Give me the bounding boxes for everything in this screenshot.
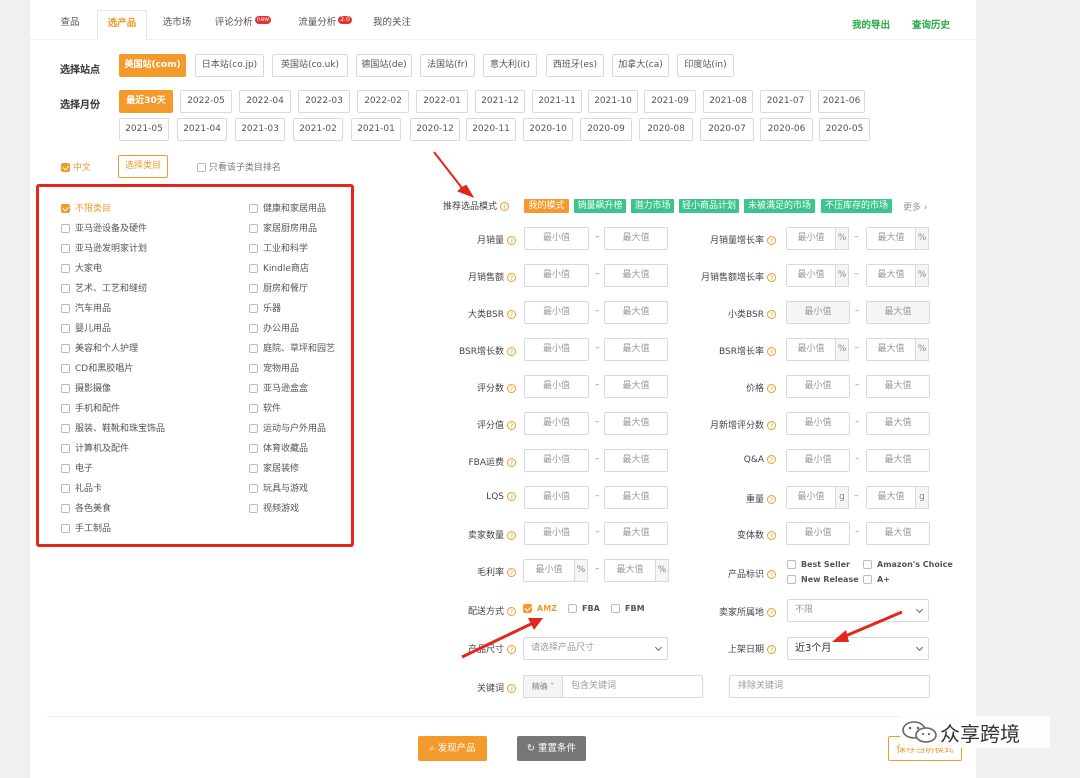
arrow-head-date	[832, 630, 849, 642]
annotation-arrows	[433, 151, 903, 659]
arrow-to-date	[842, 610, 903, 639]
arrow-to-amz	[461, 621, 534, 659]
arrow-to-mode	[433, 151, 475, 198]
